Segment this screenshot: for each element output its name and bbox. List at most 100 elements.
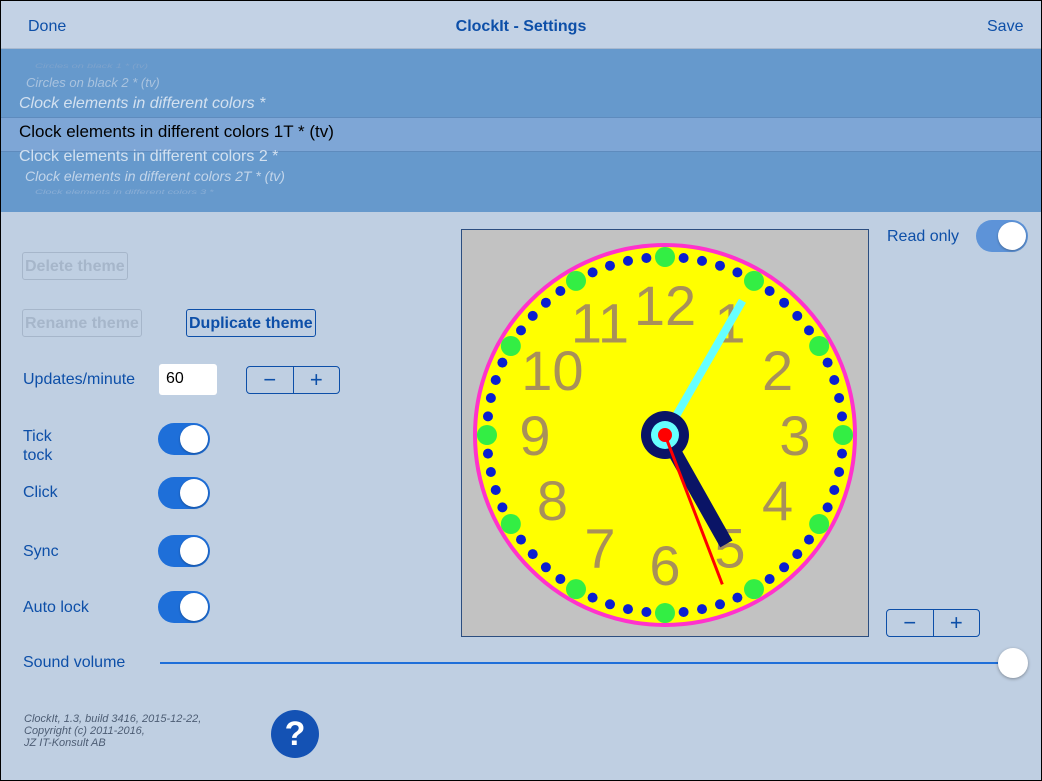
delete-theme-button[interactable]: Delete theme (22, 252, 128, 280)
read-only-toggle[interactable] (976, 220, 1028, 252)
minute-marker-dot (485, 392, 496, 403)
minute-marker-dot (540, 562, 551, 573)
minus-button[interactable]: − (247, 367, 294, 393)
tick-tock-label-line1: Tick (23, 428, 52, 445)
save-button[interactable]: Save (987, 18, 1023, 36)
hour-marker-dot (655, 603, 675, 623)
minute-marker-dot (829, 485, 840, 496)
hub-center (658, 428, 672, 442)
minute-marker-dot (678, 607, 689, 618)
company-line: JZ IT-Konsult AB (24, 737, 106, 749)
clock-preview: 121234567891011 (461, 229, 869, 637)
page-title: ClockIt - Settings (455, 18, 587, 35)
toggle-knob (180, 479, 208, 507)
clock-numeral: 7 (584, 517, 615, 580)
minus-button[interactable]: − (887, 610, 934, 636)
minute-marker-dot (837, 448, 848, 459)
clock-numeral: 3 (779, 404, 810, 467)
toggle-knob (998, 222, 1026, 250)
sound-volume-slider-knob[interactable] (998, 648, 1028, 678)
hour-marker-dot (500, 514, 521, 534)
updates-per-minute-input[interactable]: 60 (159, 364, 217, 395)
minute-marker-dot (779, 297, 790, 308)
plus-button[interactable]: + (294, 367, 340, 393)
copyright-line: Copyright (c) 2011-2016, (24, 725, 145, 737)
clock-face-svg: 121234567891011 (473, 243, 857, 627)
picker-row[interactable]: Clock elements in different colors 2 * (19, 148, 278, 166)
clock-numeral: 8 (537, 469, 568, 532)
sound-volume-slider-track[interactable] (160, 662, 1015, 664)
sync-toggle[interactable] (158, 535, 210, 567)
plus-button[interactable]: + (934, 610, 980, 636)
sound-volume-label: Sound volume (23, 654, 126, 671)
read-only-label: Read only (887, 228, 960, 245)
click-label: Click (23, 484, 58, 501)
minute-marker-dot (622, 604, 633, 615)
clock-numeral: 2 (762, 339, 793, 402)
minute-marker-dot (540, 297, 551, 308)
minute-marker-dot (482, 448, 493, 459)
minute-marker-dot (732, 267, 743, 278)
clock-numeral: 12 (634, 274, 696, 337)
duplicate-theme-button[interactable]: Duplicate theme (186, 309, 316, 337)
minute-marker-dot (587, 592, 598, 603)
minute-marker-dot (555, 285, 566, 296)
minute-marker-dot (527, 549, 538, 560)
hour-marker-dot (809, 514, 830, 534)
tick-tock-label-line2: tock (23, 447, 53, 464)
picker-row[interactable]: Circles on black 1 * (tv) (35, 62, 148, 69)
rename-theme-button[interactable]: Rename theme (22, 309, 142, 337)
minute-marker-dot (641, 607, 652, 618)
hour-marker-dot (500, 336, 521, 356)
toggle-knob (180, 593, 208, 621)
hour-marker-dot (809, 336, 830, 356)
toggle-knob (180, 537, 208, 565)
minute-marker-dot (837, 411, 848, 422)
hour-marker-dot (744, 579, 764, 600)
minute-marker-dot (715, 599, 726, 610)
theme-picker[interactable]: Circles on black 1 * (tv) Circles on bla… (1, 49, 1041, 212)
minute-marker-dot (764, 285, 775, 296)
picker-row[interactable]: Clock elements in different colors 3 * (35, 188, 214, 195)
version-info: ClockIt, 1.3, build 3416, 2015-12-22, Co… (24, 713, 201, 749)
tick-tock-label: Tick tock (23, 427, 52, 465)
minute-marker-dot (834, 392, 845, 403)
picker-row[interactable]: Circles on black 2 * (tv) (26, 75, 160, 90)
hour-marker-dot (566, 270, 586, 291)
minute-marker-dot (822, 357, 833, 368)
minute-marker-dot (792, 549, 803, 560)
minute-marker-dot (622, 255, 633, 266)
minute-marker-dot (482, 411, 493, 422)
minute-marker-dot (804, 325, 815, 336)
toggle-knob (180, 425, 208, 453)
minute-marker-dot (834, 467, 845, 478)
hour-marker-dot (566, 579, 586, 600)
picker-row-selected[interactable]: Clock elements in different colors 1T * … (19, 122, 334, 142)
minute-marker-dot (732, 592, 743, 603)
minute-marker-dot (792, 310, 803, 321)
picker-row[interactable]: Clock elements in different colors * (19, 95, 265, 113)
auto-lock-label: Auto lock (23, 599, 89, 616)
minute-marker-dot (490, 485, 501, 496)
click-toggle[interactable] (158, 477, 210, 509)
minute-marker-dot (555, 574, 566, 585)
minute-marker-dot (490, 374, 501, 385)
minute-marker-dot (497, 357, 508, 368)
minute-marker-dot (697, 604, 708, 615)
hour-marker-dot (655, 247, 675, 267)
minute-marker-dot (829, 374, 840, 385)
minute-marker-dot (764, 574, 775, 585)
picker-row[interactable]: Clock elements in different colors 2T * … (25, 168, 285, 184)
clock-numeral: 6 (649, 534, 680, 597)
minute-marker-dot (804, 534, 815, 545)
auto-lock-toggle[interactable] (158, 591, 210, 623)
version-line: ClockIt, 1.3, build 3416, 2015-12-22, (24, 713, 202, 725)
tick-tock-toggle[interactable] (158, 423, 210, 455)
minute-marker-dot (485, 467, 496, 478)
minute-marker-dot (604, 260, 615, 271)
clock-numeral: 9 (519, 404, 550, 467)
help-icon[interactable]: ? (271, 710, 319, 758)
clock-size-stepper: − + (886, 609, 980, 637)
hour-marker-dot (477, 425, 497, 445)
minute-marker-dot (697, 255, 708, 266)
